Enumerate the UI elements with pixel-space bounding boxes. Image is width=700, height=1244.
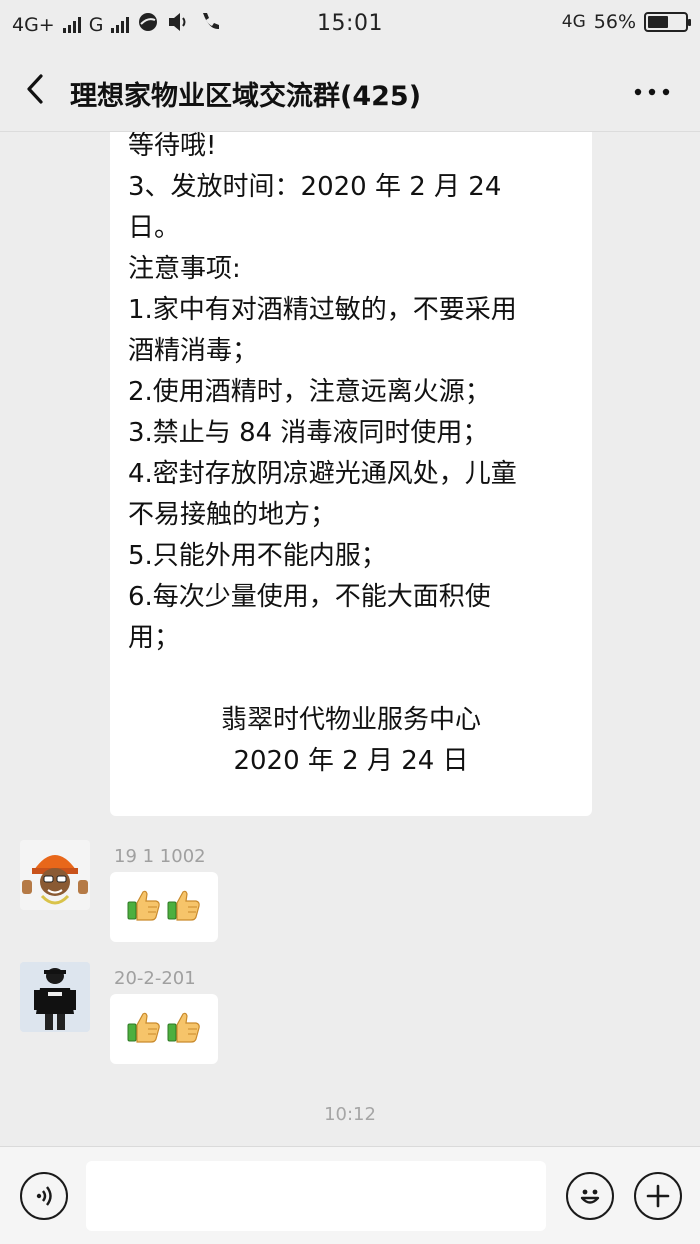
notice-body: 等待哦! 3、发放时间：2020 年 2 月 24 日。注意事项: 1.家中有对酒精过… <box>128 132 574 659</box>
back-button[interactable] <box>18 72 52 106</box>
voice-button[interactable] <box>20 1172 68 1220</box>
notice-line: 1.家中有对酒精过敏的，不要采用 <box>128 295 517 325</box>
message-bubble[interactable] <box>110 994 218 1064</box>
message-input[interactable] <box>86 1161 546 1231</box>
smiley-icon <box>580 1189 600 1204</box>
plus-icon <box>646 1184 670 1208</box>
voice-icon <box>36 1186 52 1206</box>
thumbs-up-icon <box>166 1009 202 1049</box>
thumbs-up-icon <box>166 887 202 927</box>
notice-line: 2.使用酒精时，注意远离火源； <box>128 377 491 407</box>
notice-message-bubble[interactable]: 等待哦! 3、发放时间：2020 年 2 月 24 日。注意事项: 1.家中有对酒精过… <box>110 132 592 816</box>
notice-line: 5.只能外用不能内服； <box>128 541 387 571</box>
network-label-3: 4G <box>561 12 586 32</box>
message-bubble[interactable] <box>110 872 218 942</box>
notice-line: 注意事项: <box>128 254 241 284</box>
notice-date: 2020 年 2 月 24 日 <box>233 746 469 776</box>
thumbs-up-icon <box>126 887 162 927</box>
sender-nickname: 20-2-201 <box>114 968 196 989</box>
more-dots-icon <box>634 88 670 96</box>
battery-icon <box>644 12 691 32</box>
notice-line: 酒精消毒； <box>128 336 259 366</box>
more-button[interactable] <box>634 76 670 100</box>
notice-line: 等待哦! <box>128 132 217 161</box>
emoji-button[interactable] <box>566 1172 614 1220</box>
notice-line: 3.禁止与 84 消毒液同时使用； <box>128 418 489 448</box>
chevron-left-icon <box>27 74 43 104</box>
thumbs-up-icon <box>126 1009 162 1049</box>
avatar[interactable] <box>20 840 90 910</box>
notice-line: 日。 <box>128 213 181 243</box>
notice-line: 4.密封存放阴凉避光通风处，儿童 <box>128 459 517 489</box>
notice-line: 6.每次少量使用，不能大面积使 <box>128 582 491 612</box>
sender-nickname: 19 1 1002 <box>114 846 206 867</box>
add-button[interactable] <box>634 1172 682 1220</box>
status-bar: 4G+ G 15:01 4G 56% <box>0 0 700 46</box>
chat-header: 理想家物业区域交流群(425) <box>0 46 700 132</box>
battery-percent: 56% <box>593 11 636 33</box>
chat-area[interactable]: 等待哦! 3、发放时间：2020 年 2 月 24 日。注意事项: 1.家中有对酒精过… <box>0 132 700 1146</box>
notice-line: 用； <box>128 623 181 653</box>
notice-line: 不易接触的地方； <box>128 500 337 530</box>
message-timestamp: 10:12 <box>324 1104 376 1125</box>
chat-title: 理想家物业区域交流群(425) <box>70 81 422 112</box>
notice-line: 3、发放时间：2020 年 2 月 24 <box>128 172 502 202</box>
avatar[interactable] <box>20 962 90 1032</box>
notice-signature: 翡翠时代物业服务中心 <box>220 705 481 735</box>
input-bar <box>0 1146 700 1244</box>
status-right: 4G 56% <box>561 11 691 33</box>
